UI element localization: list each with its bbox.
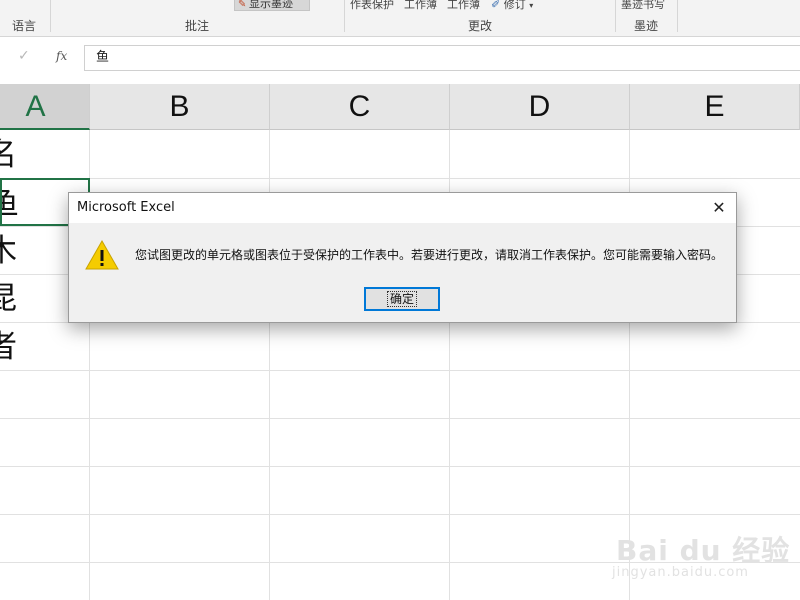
ribbon-separator (50, 0, 51, 32)
cell-a1[interactable]: 名 (0, 131, 90, 179)
ribbon-separator (615, 0, 616, 32)
ink-writing-button[interactable]: 墨迹书写 (621, 0, 665, 12)
group-label-comments: 批注 (185, 19, 210, 33)
column-header-b[interactable]: B (90, 84, 270, 130)
group-label-language: 语言 (12, 19, 37, 33)
group-label-ink: 墨迹 (634, 19, 659, 33)
dialog-title: Microsoft Excel (77, 200, 175, 215)
close-icon[interactable]: ✕ (708, 197, 730, 219)
show-ink-button[interactable]: ✎ 显示墨迹 (234, 0, 310, 11)
column-header-c[interactable]: C (270, 84, 450, 130)
ribbon-separator (677, 0, 678, 32)
column-header-d[interactable]: D (450, 84, 630, 130)
track-changes-icon: ✐ (491, 0, 501, 11)
share-workbook-button[interactable]: 工作薄 (447, 0, 480, 12)
pen-icon: ✎ (238, 0, 247, 10)
grid-line (0, 418, 800, 419)
dialog-titlebar[interactable]: Microsoft Excel ✕ (69, 193, 736, 223)
show-ink-label: 显示墨迹 (249, 0, 293, 10)
insert-function-icon[interactable]: fx (56, 49, 67, 63)
protected-sheet-dialog: Microsoft Excel ✕ 您试图更改的单元格或图表位于受保护的工作表中… (68, 192, 737, 323)
chevron-down-icon: ▾ (529, 1, 534, 10)
formula-input[interactable]: 鱼 (84, 45, 800, 71)
language-group-top (0, 0, 50, 11)
formula-bar-icons: ✓ fx (0, 45, 82, 71)
protect-sheet-button[interactable]: 作表保护 (350, 0, 394, 12)
track-changes-button[interactable]: ✐ 修订 ▾ (491, 0, 533, 12)
dialog-message: 您试图更改的单元格或图表位于受保护的工作表中。若要进行更改，请取消工作表保护。您… (135, 248, 724, 262)
ribbon-separator (344, 0, 345, 32)
watermark-brand: Bai du 经验 (616, 534, 791, 567)
group-label-changes: 更改 (468, 19, 493, 33)
grid-line (0, 178, 800, 179)
ribbon: ✎ 显示墨迹 作表保护 工作薄 工作薄 ✐ 修订 ▾ 墨迹书写 语言 批注 更改… (0, 0, 800, 37)
ok-button-label: 确定 (386, 291, 418, 307)
grid-line (0, 466, 800, 467)
ok-button[interactable]: 确定 (364, 287, 440, 311)
protect-workbook-button[interactable]: 工作薄 (404, 0, 437, 12)
grid-line (0, 370, 800, 371)
baidu-watermark: Bai du 经验 jingyan.baidu.com (612, 515, 792, 585)
column-header-e[interactable]: E (630, 84, 800, 130)
watermark-url: jingyan.baidu.com (612, 565, 749, 580)
cell-a5[interactable]: 者 (0, 323, 90, 371)
column-header-a[interactable]: A (0, 84, 90, 130)
track-changes-label: 修订 (503, 0, 526, 11)
warning-icon (85, 239, 119, 270)
check-icon[interactable]: ✓ (18, 48, 30, 64)
formula-bar: ✓ fx 鱼 (0, 37, 800, 83)
